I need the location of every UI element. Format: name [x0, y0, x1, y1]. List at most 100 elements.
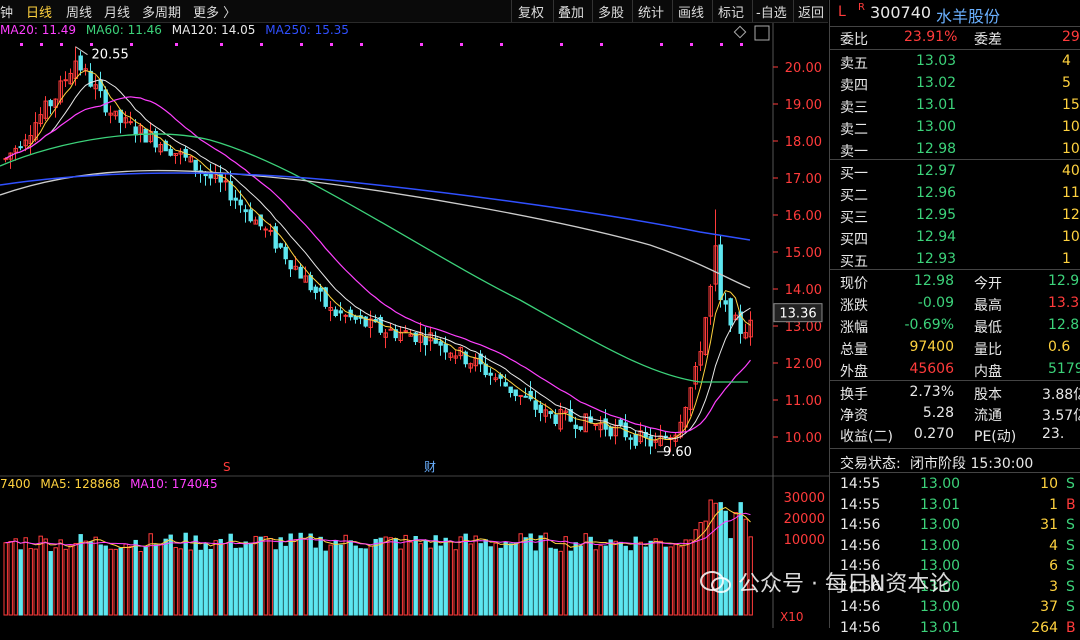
multi-stock-button[interactable]: 多股: [598, 2, 624, 21]
draw-line-button[interactable]: 画线: [678, 2, 704, 21]
candle-body: [343, 314, 348, 317]
volume-value: 7400: [0, 477, 31, 491]
volume-bar: [458, 536, 463, 616]
weicha-value: 29: [1062, 29, 1080, 45]
period-weekly-tab[interactable]: 周线: [66, 2, 92, 21]
weibi-value: 23.91%: [904, 29, 958, 45]
volume-bar: [338, 544, 343, 616]
tick-time: 14:55: [840, 476, 881, 492]
kline-chart[interactable]: 20.00 19.00 18.00 17.00 16.00 15.00 14.00 13.00…: [0, 0, 829, 628]
candle-body: [333, 309, 338, 317]
event-dot: [600, 43, 603, 46]
volume-bar: [98, 544, 103, 616]
event-dot: [720, 43, 723, 46]
candle-body: [318, 287, 323, 292]
volume-bar: [533, 550, 538, 616]
bid-price[interactable]: 12.93: [916, 251, 956, 267]
candle-body: [103, 89, 108, 113]
ask-volume: 15: [1062, 97, 1080, 113]
mark-button[interactable]: 标记: [718, 2, 744, 21]
price-axis-tick: 11.00: [785, 394, 822, 409]
event-dot: [300, 43, 303, 46]
volume-bar: [608, 539, 613, 616]
watermark: 公众号 · 每日N资本论: [738, 572, 952, 597]
stat-value: 23.: [1042, 426, 1065, 442]
volume-bar: [333, 540, 338, 616]
ask-volume: 5: [1062, 75, 1071, 91]
period-daily-tab[interactable]: 日线: [26, 2, 52, 21]
volume-bar: [638, 541, 643, 616]
volume-unit-label: X10: [780, 610, 804, 624]
volume-bar: [113, 548, 118, 616]
price-axis-tick: 10.00: [785, 431, 822, 446]
ma-legend: MA20: 11.49 MA60: 11.46 MA120: 14.05 MA2…: [0, 23, 355, 39]
remove-watchlist-button[interactable]: -自选: [756, 2, 787, 21]
volume-bar: [718, 502, 723, 616]
more-menu[interactable]: 更多 〉: [193, 2, 236, 21]
tick-time: 14:56: [840, 537, 881, 554]
volume-bar: [213, 540, 218, 616]
volume-bar: [588, 536, 593, 616]
candle-body: [128, 121, 133, 124]
bid-price[interactable]: 12.97: [916, 163, 956, 179]
candles: [3, 46, 753, 455]
stat-label: 涨幅: [840, 320, 868, 336]
volume-bar: [93, 536, 98, 616]
volume-bar: [643, 546, 648, 616]
candle-body: [63, 79, 68, 82]
volume-bar: [563, 536, 568, 616]
tick-side: S: [1066, 599, 1075, 615]
volume-bar: [593, 549, 598, 616]
stat-label: 今开: [974, 276, 1002, 292]
volume-bar: [3, 542, 8, 616]
ask-price[interactable]: 13.03: [916, 53, 956, 69]
period-minute-tab[interactable]: 钟: [0, 2, 13, 21]
event-dot: [220, 43, 223, 46]
candle-body: [443, 343, 448, 353]
ask-price[interactable]: 12.98: [916, 141, 956, 157]
volume-bar: [713, 502, 718, 616]
bid-price[interactable]: 12.95: [916, 207, 956, 223]
vol-ma5-line: [5, 506, 751, 549]
statistics-button[interactable]: 统计: [638, 2, 664, 21]
volume-bar: [118, 547, 123, 616]
candle-body: [548, 411, 553, 415]
overlay-button[interactable]: 叠加: [558, 2, 584, 21]
period-monthly-tab[interactable]: 月线: [104, 2, 130, 21]
volume-bar: [163, 538, 168, 616]
ask-price[interactable]: 13.00: [916, 119, 956, 135]
multi-period-tab[interactable]: 多周期: [142, 2, 181, 21]
volume-bar: [388, 537, 393, 616]
trade-status-label: 交易状态:: [840, 456, 901, 472]
back-button[interactable]: 返回: [798, 2, 824, 21]
volume-bar: [78, 534, 83, 616]
ma20-line: [5, 96, 751, 434]
volume-axis-tick: 10000: [784, 533, 825, 548]
bid-level-label: 买三: [840, 210, 868, 226]
l-flag: L: [838, 4, 846, 20]
ask-level-label: 卖五: [840, 56, 868, 72]
volume-axis-tick: 30000: [784, 491, 825, 506]
candle-body: [523, 395, 528, 398]
volume-bar: [553, 548, 558, 616]
bid-volume: 40: [1062, 163, 1080, 179]
stat-label: 股本: [974, 387, 1002, 403]
volume-bar: [68, 545, 73, 616]
volume-bar: [423, 540, 428, 616]
volume-bar: [658, 540, 663, 616]
stock-name[interactable]: 水羊股份: [936, 3, 1000, 27]
ask-price[interactable]: 13.02: [916, 75, 956, 91]
tick-price: 13.00: [920, 537, 961, 554]
ask-price[interactable]: 13.01: [916, 97, 956, 113]
bid-price[interactable]: 12.96: [916, 185, 956, 201]
candle-body: [88, 70, 93, 87]
tick-side: S: [1066, 578, 1075, 595]
event-dot: [40, 43, 43, 46]
bid-price[interactable]: 12.94: [916, 229, 956, 245]
volume-bar: [408, 541, 413, 616]
restore-rights-button[interactable]: 复权: [518, 2, 544, 21]
ma250-label: MA250: 15.35: [265, 23, 349, 37]
volume-bar: [143, 546, 148, 616]
volume-bar: [58, 539, 63, 616]
volume-bar: [18, 549, 23, 616]
